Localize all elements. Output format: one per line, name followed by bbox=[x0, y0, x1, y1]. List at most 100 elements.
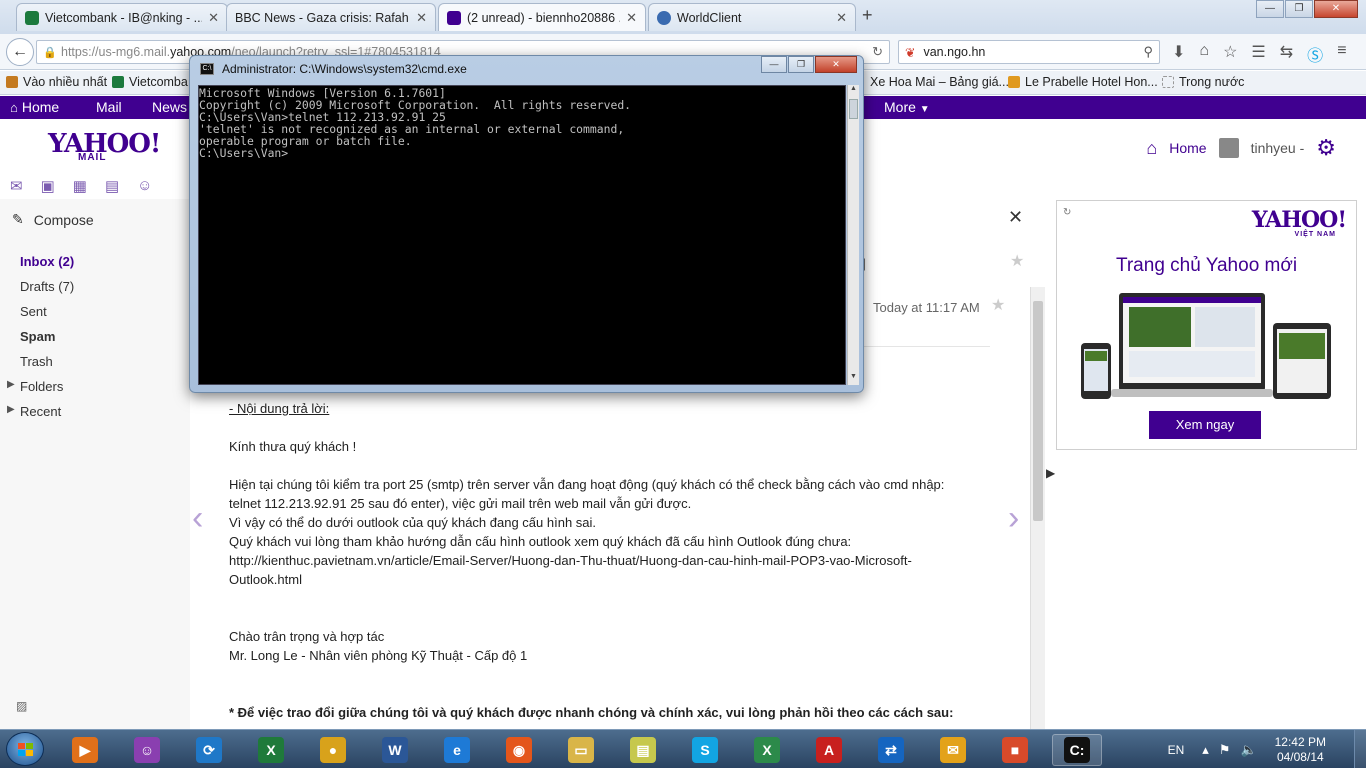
bookmark-star-icon[interactable]: ☆ bbox=[1223, 42, 1237, 66]
header-home-link[interactable]: Home bbox=[1169, 140, 1206, 156]
tab-close-icon[interactable]: ✕ bbox=[626, 10, 637, 26]
taskbar-button[interactable]: X bbox=[246, 734, 296, 766]
help-link-continued[interactable]: Outlook.html bbox=[229, 570, 302, 589]
bookmark-le-prabelle[interactable]: Le Prabelle Hotel Hon... bbox=[1008, 75, 1158, 89]
close-icon[interactable]: ✕ bbox=[1008, 207, 1023, 228]
sidebar-item-spam[interactable]: Spam bbox=[20, 329, 55, 344]
search-icon[interactable]: ⚲ bbox=[1143, 44, 1153, 60]
taskbar-button[interactable]: S bbox=[680, 734, 730, 766]
reload-icon[interactable]: ↻ bbox=[872, 44, 883, 60]
taskbar-button[interactable]: ▭ bbox=[556, 734, 606, 766]
message-star-icon[interactable]: ★ bbox=[991, 295, 1005, 315]
show-hidden-icons-icon[interactable]: ▴ bbox=[1202, 742, 1209, 758]
tab-vietcombank[interactable]: Vietcombank - IB@nking - ... ✕ bbox=[16, 3, 228, 31]
ad-view-now-button[interactable]: Xem ngay bbox=[1149, 411, 1261, 439]
scroll-down-icon[interactable]: ▼ bbox=[848, 373, 859, 385]
sidebar-item-folders[interactable]: ▶ Folders bbox=[7, 379, 63, 394]
scroll-up-icon[interactable]: ▲ bbox=[848, 85, 859, 97]
bookmark-vietcombank[interactable]: Vietcomba bbox=[112, 75, 188, 89]
home-icon[interactable]: ⌂ bbox=[1199, 42, 1209, 66]
mail-icon[interactable]: ✉ bbox=[10, 177, 23, 195]
cmd-scrollbar[interactable]: ▲ ▼ bbox=[847, 85, 859, 385]
calendar-icon[interactable]: ▦ bbox=[73, 177, 87, 195]
new-tab-button[interactable]: + bbox=[862, 5, 873, 26]
taskbar-button[interactable]: ▤ bbox=[618, 734, 668, 766]
sidebar-item-inbox[interactable]: Inbox (2) bbox=[20, 254, 74, 269]
bookmark-trong-nuoc[interactable]: Trong nước bbox=[1162, 75, 1244, 89]
cmd-scrollbar-thumb[interactable] bbox=[849, 99, 858, 119]
action-center-flag-icon[interactable]: ⚑ bbox=[1219, 742, 1231, 758]
minimize-button[interactable]: — bbox=[1256, 0, 1284, 18]
sync-icon[interactable]: ⇆ bbox=[1280, 42, 1293, 66]
taskbar-button[interactable]: X bbox=[742, 734, 792, 766]
tab-yahoo-mail[interactable]: (2 unread) - biennho20886 ... ✕ bbox=[438, 3, 646, 31]
scrollbar-thumb[interactable] bbox=[1033, 301, 1043, 521]
taskbar-button[interactable]: ■ bbox=[990, 734, 1040, 766]
yahoo-bar-mail[interactable]: Mail bbox=[96, 99, 122, 115]
home-icon[interactable]: ⌂ bbox=[1146, 138, 1157, 159]
collapse-ad-chevron-icon[interactable]: ▶ bbox=[1046, 466, 1055, 480]
ad-refresh-icon[interactable]: ↻ bbox=[1063, 207, 1071, 218]
sidebar-item-sent[interactable]: Sent bbox=[20, 304, 47, 319]
user-name[interactable]: tinhyeu - bbox=[1251, 140, 1305, 156]
bookmark-most-visited[interactable]: Vào nhiều nhất bbox=[6, 75, 107, 89]
taskbar-button[interactable]: ● bbox=[308, 734, 358, 766]
sidebar-item-recent[interactable]: ▶ Recent bbox=[7, 404, 61, 419]
menu-icon[interactable]: ≡ bbox=[1337, 42, 1346, 66]
gear-icon[interactable]: ⚙ bbox=[1316, 135, 1336, 161]
cmd-minimize-button[interactable]: — bbox=[761, 56, 787, 73]
sidebar-item-trash[interactable]: Trash bbox=[20, 354, 53, 369]
skype-addon-icon[interactable]: Ⓢ bbox=[1307, 42, 1323, 66]
cmd-maximize-button[interactable]: ❐ bbox=[788, 56, 814, 73]
taskbar-button[interactable]: A bbox=[804, 734, 854, 766]
cmd-console[interactable]: Microsoft Windows [Version 6.1.7601] Copy… bbox=[198, 85, 846, 385]
cmd-window[interactable]: C:\ Administrator: C:\Windows\system32\c… bbox=[189, 55, 864, 393]
system-clock[interactable]: 12:42 PM 04/08/14 bbox=[1275, 735, 1326, 765]
search-box[interactable]: ❦ van.ngo.hn ⚲ bbox=[898, 40, 1160, 64]
tab-close-icon[interactable]: ✕ bbox=[208, 10, 219, 26]
close-window-button[interactable]: ✕ bbox=[1314, 0, 1358, 18]
star-icon[interactable]: ★ bbox=[1010, 251, 1024, 271]
taskbar-button[interactable]: W bbox=[370, 734, 420, 766]
taskbar-button[interactable]: ⟳ bbox=[184, 734, 234, 766]
taskbar-button[interactable]: e bbox=[432, 734, 482, 766]
yahoo-bar-home[interactable]: ⌂ Home bbox=[10, 99, 59, 115]
taskbar-button[interactable]: ⇄ bbox=[866, 734, 916, 766]
message-scrollbar[interactable] bbox=[1030, 287, 1045, 729]
volume-muted-icon[interactable]: 🔈 bbox=[1240, 742, 1256, 758]
cmd-close-button[interactable]: ✕ bbox=[815, 56, 857, 73]
cmd-title-bar[interactable]: C:\ Administrator: C:\Windows\system32\c… bbox=[200, 62, 467, 76]
image-icon[interactable]: ▨ bbox=[16, 699, 27, 713]
taskbar-button[interactable]: ☺ bbox=[122, 734, 172, 766]
notepad-icon[interactable]: ▤ bbox=[105, 177, 119, 195]
previous-message-icon[interactable]: ‹ bbox=[192, 499, 203, 538]
back-button[interactable]: ← bbox=[6, 38, 34, 66]
show-desktop-button[interactable] bbox=[1354, 730, 1366, 768]
reading-list-icon[interactable]: ☰ bbox=[1251, 42, 1265, 66]
taskbar-button[interactable]: C: bbox=[1052, 734, 1102, 766]
taskbar-button[interactable]: ▶ bbox=[60, 734, 110, 766]
avatar[interactable] bbox=[1218, 138, 1239, 158]
yahoo-bar-more[interactable]: More ▼ bbox=[884, 99, 930, 115]
taskbar-button[interactable]: ◉ bbox=[494, 734, 544, 766]
contacts-icon[interactable]: ▣ bbox=[41, 177, 55, 195]
tab-bbc-news[interactable]: BBC News - Gaza crisis: Rafah s... ✕ bbox=[226, 3, 436, 31]
language-indicator[interactable]: EN bbox=[1168, 743, 1185, 757]
tab-close-icon[interactable]: ✕ bbox=[416, 10, 427, 26]
sidebar-item-drafts[interactable]: Drafts (7) bbox=[20, 279, 74, 294]
start-button[interactable] bbox=[6, 732, 44, 766]
taskbar-button[interactable]: ✉ bbox=[928, 734, 978, 766]
messenger-icon[interactable]: ☺ bbox=[137, 177, 152, 195]
browser-window-controls: — ❐ ✕ bbox=[1255, 0, 1358, 18]
download-icon[interactable]: ⬇ bbox=[1172, 42, 1185, 66]
help-link[interactable]: http://kienthuc.pavietnam.vn/article/Ema… bbox=[229, 551, 912, 570]
tab-worldclient[interactable]: WorldClient ✕ bbox=[648, 3, 856, 31]
yahoo-bar-news[interactable]: News bbox=[152, 99, 187, 115]
maximize-button[interactable]: ❐ bbox=[1285, 0, 1313, 18]
tab-close-icon[interactable]: ✕ bbox=[836, 10, 847, 26]
search-engine-icon[interactable]: ❦ bbox=[905, 45, 915, 60]
compose-button[interactable]: ✎ Compose bbox=[12, 211, 94, 228]
bookmark-xe-hoa-mai[interactable]: Xe Hoa Mai – Bảng giá... bbox=[870, 75, 1009, 89]
next-message-icon[interactable]: › bbox=[1008, 499, 1019, 538]
yahoo-vietnam-ad[interactable]: ↻ YAHOO! VIỆT NAM Trang chủ Yahoo mới Xe… bbox=[1056, 200, 1357, 450]
